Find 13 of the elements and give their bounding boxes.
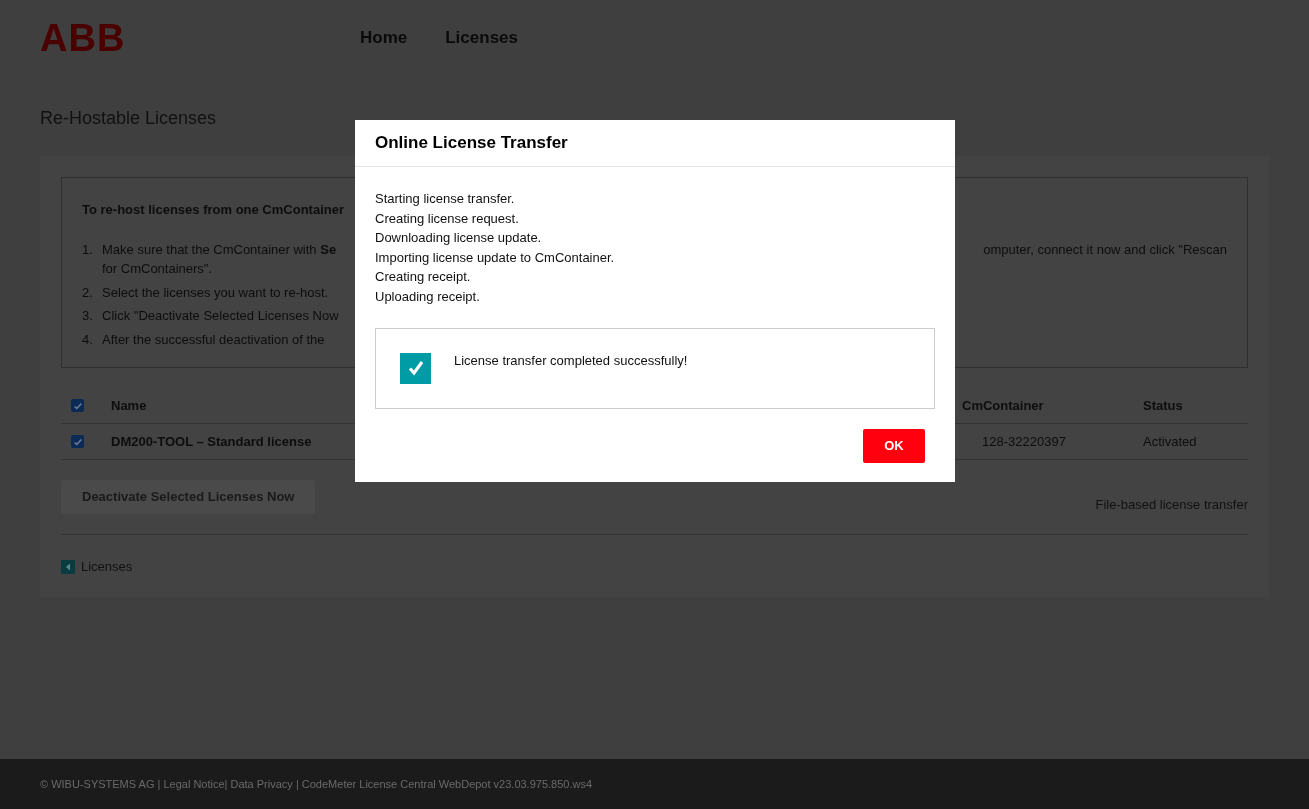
ok-button[interactable]: OK [863,428,925,463]
log-line: Creating license request. [375,209,520,228]
checkbox[interactable] [71,399,84,412]
log-line: Importing license update to CmContainer. [375,248,616,267]
logo: ABB [40,18,127,57]
footer-text: © WIBU-SYSTEMS AG | Legal Notice| Data Privacy | CodeMeter License Central WebDepot v23.03.975.850.ws4 [40,776,593,792]
result-message: License transfer completed successfully! [454,351,688,370]
log-line: Starting license transfer. [375,190,516,208]
checkbox[interactable] [71,435,84,448]
log-line: Uploading receipt. [375,287,481,306]
log-line: Downloading license update. [375,229,543,248]
dialog-title: Online License Transfer [375,132,568,155]
log-line: Creating receipt. [375,268,472,287]
